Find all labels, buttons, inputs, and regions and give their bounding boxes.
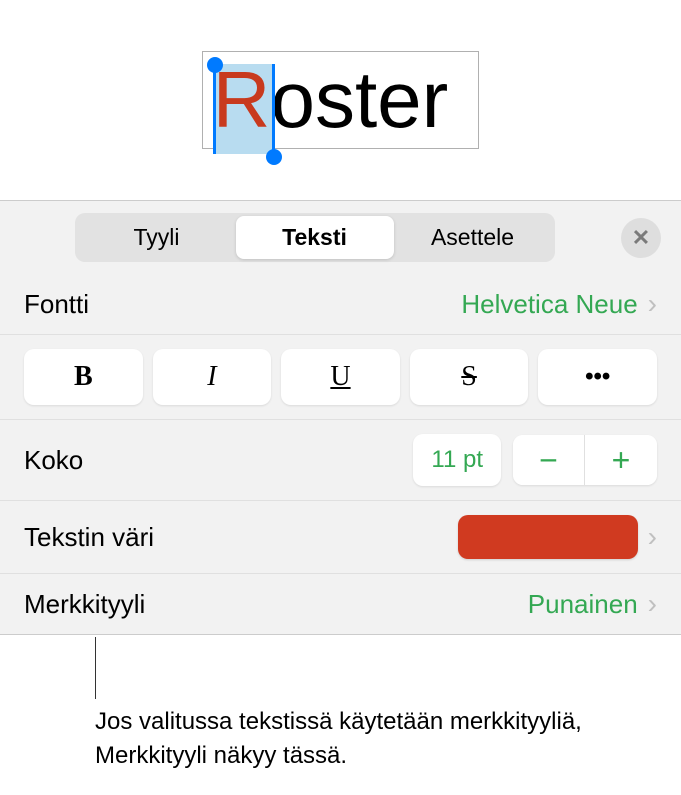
selection-handle-start[interactable] bbox=[207, 57, 223, 73]
color-swatch[interactable] bbox=[458, 515, 638, 559]
character-style-label: Merkkityyli bbox=[24, 589, 145, 620]
character-style-value-group: Punainen › bbox=[528, 588, 657, 620]
preview-rest: oster bbox=[270, 55, 448, 144]
bold-button[interactable]: B bbox=[24, 349, 143, 405]
character-style-row[interactable]: Merkkityyli Punainen › bbox=[0, 574, 681, 634]
selection-cursor-start bbox=[213, 64, 216, 154]
size-row: Koko 11 pt − + bbox=[0, 420, 681, 501]
style-buttons-row: B I U S ••• bbox=[0, 335, 681, 420]
font-value-group: Helvetica Neue › bbox=[461, 288, 657, 320]
selection-cursor-end bbox=[272, 64, 275, 154]
strikethrough-button[interactable]: S bbox=[410, 349, 529, 405]
text-color-row[interactable]: Tekstin väri › bbox=[0, 501, 681, 574]
size-label: Koko bbox=[24, 445, 83, 476]
size-value[interactable]: 11 pt bbox=[413, 434, 501, 486]
more-button[interactable]: ••• bbox=[538, 349, 657, 405]
chevron-right-icon: › bbox=[648, 288, 657, 320]
segmented-control: Tyyli Teksti Asettele bbox=[75, 213, 555, 262]
size-decrease-button[interactable]: − bbox=[513, 435, 585, 485]
underline-icon: U bbox=[330, 361, 350, 393]
preview-text[interactable]: Roster bbox=[213, 60, 449, 140]
font-row[interactable]: Fontti Helvetica Neue › bbox=[0, 274, 681, 335]
font-label: Fontti bbox=[24, 289, 89, 320]
close-button[interactable]: ✕ bbox=[621, 218, 661, 258]
selection-handle-end[interactable] bbox=[266, 149, 282, 165]
tab-layout[interactable]: Asettele bbox=[394, 216, 552, 259]
size-increase-button[interactable]: + bbox=[585, 435, 657, 485]
font-value: Helvetica Neue bbox=[461, 289, 637, 320]
size-controls: 11 pt − + bbox=[413, 434, 657, 486]
character-style-value: Punainen bbox=[528, 589, 638, 620]
underline-button[interactable]: U bbox=[281, 349, 400, 405]
close-icon: ✕ bbox=[632, 225, 650, 251]
italic-button[interactable]: I bbox=[153, 349, 272, 405]
preview-area: Roster bbox=[0, 0, 681, 200]
format-panel: Tyyli Teksti Asettele ✕ Fontti Helvetica… bbox=[0, 200, 681, 635]
strikethrough-icon: S bbox=[461, 361, 477, 393]
size-stepper: − + bbox=[513, 435, 657, 485]
chevron-right-icon: › bbox=[648, 588, 657, 620]
italic-icon: I bbox=[207, 361, 216, 393]
text-box[interactable]: Roster bbox=[202, 51, 480, 149]
tabs-row: Tyyli Teksti Asettele ✕ bbox=[0, 201, 681, 274]
bold-icon: B bbox=[74, 361, 93, 393]
more-icon: ••• bbox=[585, 363, 610, 391]
text-color-value-group: › bbox=[458, 515, 657, 559]
callout-line bbox=[95, 637, 96, 699]
chevron-right-icon: › bbox=[648, 521, 657, 553]
tab-style[interactable]: Tyyli bbox=[78, 216, 236, 259]
text-color-label: Tekstin väri bbox=[24, 522, 154, 553]
tab-text[interactable]: Teksti bbox=[236, 216, 394, 259]
callout-text: Jos valitussa tekstissä käytetään merkki… bbox=[95, 705, 615, 772]
